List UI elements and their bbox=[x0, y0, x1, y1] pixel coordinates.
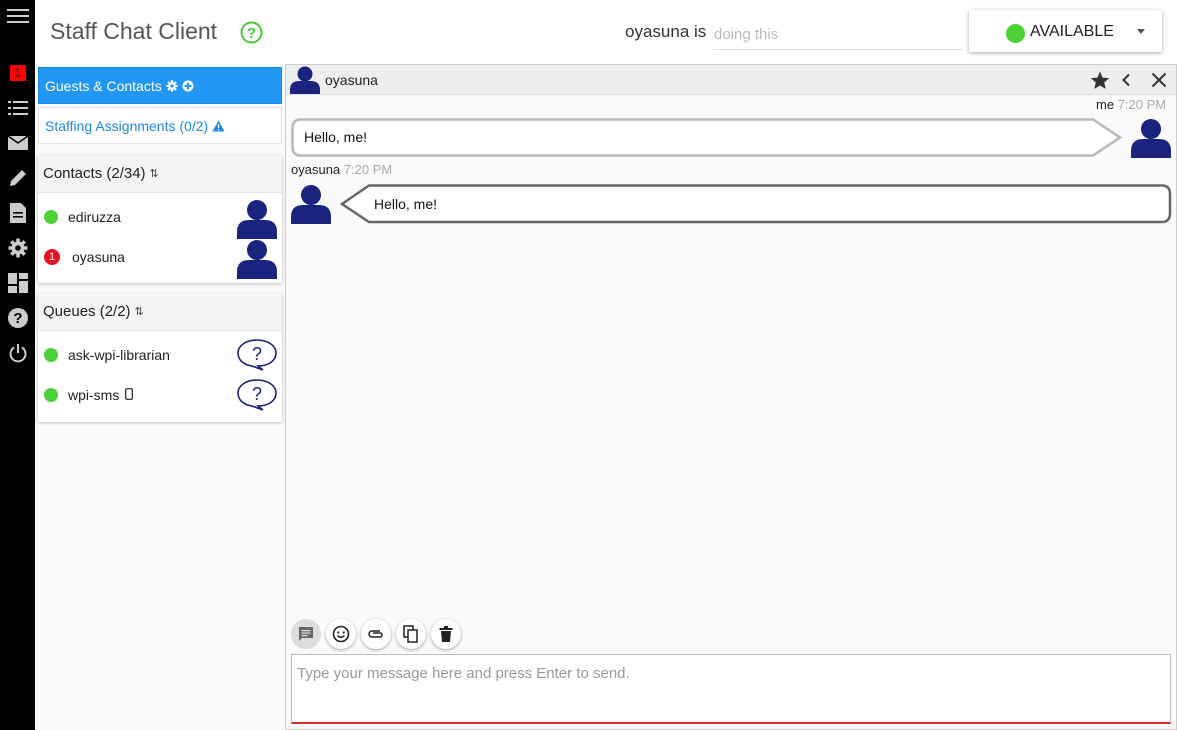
copy-icon[interactable] bbox=[396, 619, 426, 649]
tab-guests-contacts[interactable]: Guests & Contacts bbox=[38, 67, 282, 104]
availability-label: AVAILABLE bbox=[1030, 23, 1114, 40]
star-icon[interactable] bbox=[1089, 69, 1111, 91]
add-circle-icon[interactable] bbox=[182, 80, 194, 92]
svg-text:?: ? bbox=[13, 310, 22, 327]
unread-count-badge: 1 bbox=[44, 249, 60, 265]
close-icon[interactable] bbox=[1148, 69, 1170, 91]
tab-staffing-assignments[interactable]: Staffing Assignments (0/2) bbox=[38, 107, 282, 144]
question-bubble-icon: ? bbox=[237, 379, 277, 416]
avatar-icon bbox=[1131, 118, 1171, 163]
svg-text:?: ? bbox=[247, 25, 256, 42]
contacts-header-label: Contacts (2/34) bbox=[43, 165, 146, 182]
queue-name: ask-wpi-librarian bbox=[68, 347, 170, 363]
chat-panel: oyasuna me 7:20 PM Hello, me! oyasuna 7:… bbox=[285, 64, 1177, 730]
chat-header: oyasuna bbox=[286, 65, 1176, 95]
sort-icon[interactable]: ⇅ bbox=[135, 305, 144, 318]
nav-rail: 1 ? bbox=[0, 0, 35, 730]
message-composer bbox=[291, 654, 1171, 724]
queues-header-label: Queues (2/2) bbox=[43, 303, 131, 320]
availability-dropdown[interactable]: AVAILABLE bbox=[969, 10, 1162, 52]
contacts-card: Contacts (2/34) ⇅ ediruzza 1 oyasuna bbox=[38, 155, 282, 283]
message-sender: oyasuna bbox=[291, 162, 341, 177]
queues-card: Queues (2/2) ⇅ ask-wpi-librarian ? wpi-s… bbox=[38, 293, 282, 422]
list-icon[interactable] bbox=[0, 96, 35, 120]
warning-icon bbox=[212, 120, 225, 131]
status-user-label: oyasuna is bbox=[625, 22, 707, 41]
queue-name: wpi-sms bbox=[68, 387, 134, 403]
tab-staffing-label: Staffing Assignments (0/2) bbox=[45, 117, 209, 134]
tab-guests-label: Guests & Contacts bbox=[45, 77, 162, 94]
svg-text:?: ? bbox=[252, 384, 262, 404]
online-status-dot bbox=[44, 388, 58, 402]
chat-title: oyasuna bbox=[325, 72, 378, 88]
help-icon[interactable]: ? bbox=[0, 306, 35, 330]
avatar-icon bbox=[291, 184, 331, 229]
availability-status-dot bbox=[1006, 24, 1025, 43]
message-bubble-incoming bbox=[339, 184, 1172, 224]
gear-icon[interactable] bbox=[0, 236, 35, 260]
message-icon[interactable] bbox=[291, 619, 321, 649]
pencil-icon[interactable] bbox=[0, 166, 35, 190]
svg-text:?: ? bbox=[252, 344, 262, 364]
contact-name: oyasuna bbox=[72, 249, 125, 265]
app-header: Staff Chat Client ? oyasuna is AVAILABLE bbox=[35, 0, 1177, 64]
avatar-icon bbox=[237, 239, 277, 284]
composer-toolbar bbox=[291, 619, 461, 649]
contact-name: ediruzza bbox=[68, 209, 121, 225]
sort-icon[interactable]: ⇅ bbox=[150, 167, 159, 180]
contacts-header[interactable]: Contacts (2/34) ⇅ bbox=[38, 155, 282, 193]
hamburger-menu-icon[interactable] bbox=[0, 4, 35, 28]
message-meta: oyasuna 7:20 PM bbox=[291, 162, 392, 177]
emoji-icon[interactable] bbox=[326, 619, 356, 649]
gear-icon[interactable] bbox=[166, 79, 178, 92]
message-meta: me 7:20 PM bbox=[1096, 97, 1166, 112]
help-circle-icon[interactable]: ? bbox=[240, 21, 263, 44]
power-icon[interactable] bbox=[0, 341, 35, 365]
app-title: Staff Chat Client bbox=[50, 18, 218, 44]
message-text: Hello, me! bbox=[374, 196, 438, 212]
queues-header[interactable]: Queues (2/2) ⇅ bbox=[38, 293, 282, 331]
queue-row[interactable]: ask-wpi-librarian ? bbox=[38, 335, 282, 375]
online-status-dot bbox=[44, 348, 58, 362]
contact-row[interactable]: 1 oyasuna bbox=[38, 237, 282, 279]
message-sender: me bbox=[1096, 97, 1115, 112]
message-time: 7:20 PM bbox=[1117, 97, 1167, 112]
status-input[interactable] bbox=[713, 20, 963, 50]
message-text: Hello, me! bbox=[304, 129, 368, 145]
contact-row[interactable]: ediruzza bbox=[38, 197, 282, 239]
attachment-icon[interactable] bbox=[361, 619, 391, 649]
caret-down-icon bbox=[1137, 29, 1145, 34]
dashboard-icon[interactable] bbox=[0, 271, 35, 295]
mobile-phone-icon bbox=[125, 388, 134, 400]
queue-name-text: wpi-sms bbox=[68, 387, 120, 403]
online-status-dot bbox=[44, 210, 58, 224]
avatar-icon bbox=[290, 66, 320, 99]
trash-icon[interactable] bbox=[431, 619, 461, 649]
question-bubble-icon: ? bbox=[237, 339, 277, 376]
notification-badge[interactable]: 1 bbox=[0, 61, 35, 85]
mail-icon[interactable] bbox=[0, 131, 35, 155]
queue-row[interactable]: wpi-sms ? bbox=[38, 375, 282, 415]
message-time: 7:20 PM bbox=[343, 162, 393, 177]
document-icon[interactable] bbox=[0, 201, 35, 225]
chevron-left-icon[interactable] bbox=[1115, 69, 1137, 91]
message-input[interactable] bbox=[292, 655, 1170, 722]
message-bubble-outgoing bbox=[291, 118, 1123, 157]
